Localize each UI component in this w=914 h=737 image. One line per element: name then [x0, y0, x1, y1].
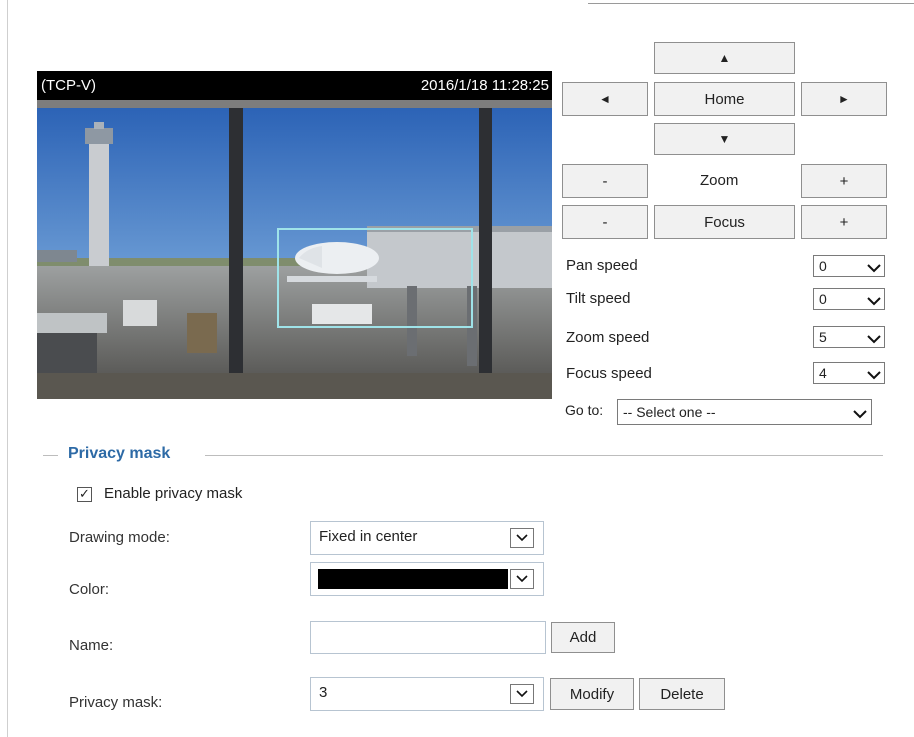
chevron-down-icon [867, 331, 881, 347]
video-header-bar: (TCP-V) 2016/1/18 11:28:25 [37, 71, 552, 100]
section-rule [205, 455, 883, 456]
mask-name-input[interactable] [310, 621, 546, 654]
modify-button-label: Modify [569, 685, 615, 703]
pan-speed-value: 0 [819, 258, 827, 274]
home-button-label: Home [704, 90, 745, 108]
focus-far-label: + [839, 213, 849, 231]
zoom-speed-select[interactable]: 5 [813, 326, 885, 348]
chevron-down-icon [510, 684, 534, 704]
video-frame [37, 108, 552, 399]
tilt-speed-select[interactable]: 0 [813, 288, 885, 310]
focus-near-button[interactable]: - [562, 205, 648, 239]
add-button-label: Add [569, 629, 597, 646]
privacy-mask-value: 3 [319, 684, 328, 701]
chevron-down-icon [853, 406, 867, 422]
pan-speed-select[interactable]: 0 [813, 255, 885, 277]
focus-far-button[interactable]: + [801, 205, 887, 239]
video-divider [37, 100, 552, 108]
zoom-out-button[interactable]: - [562, 164, 648, 198]
focus-near-label: - [602, 213, 608, 231]
live-video[interactable] [37, 108, 552, 399]
chevron-down-icon [867, 260, 881, 276]
left-border [7, 0, 8, 737]
chevron-down-icon [867, 367, 881, 383]
arrow-right-icon: ► [838, 92, 850, 106]
add-button[interactable]: Add [551, 622, 615, 653]
check-icon: ✓ [79, 486, 90, 501]
section-rule-left [43, 455, 58, 456]
focus-speed-value: 4 [819, 365, 827, 381]
tilt-speed-label: Tilt speed [566, 290, 631, 307]
zoom-speed-value: 5 [819, 329, 827, 345]
focus-button-label: Focus [704, 213, 745, 231]
focus-button[interactable]: Focus [654, 205, 795, 239]
home-button[interactable]: Home [654, 82, 795, 116]
goto-label: Go to: [565, 402, 604, 418]
enable-privacy-mask-checkbox[interactable]: ✓ [77, 486, 92, 502]
enable-privacy-mask-label[interactable]: Enable privacy mask [104, 485, 242, 502]
pan-left-button[interactable]: ◄ [562, 82, 648, 116]
zoom-label: Zoom [700, 172, 739, 189]
tilt-speed-value: 0 [819, 291, 827, 307]
pan-right-button[interactable]: ► [801, 82, 887, 116]
color-swatch [318, 569, 508, 589]
drawing-mode-select[interactable]: Fixed in center [310, 521, 544, 555]
privacy-mask-select[interactable]: 3 [310, 677, 544, 711]
delete-button[interactable]: Delete [639, 678, 725, 710]
top-divider [588, 3, 914, 4]
privacy-mask-label: Privacy mask: [69, 694, 163, 711]
drawing-mode-value: Fixed in center [319, 528, 418, 545]
camera-label: (TCP-V) [41, 77, 96, 94]
zoom-out-label: - [602, 172, 608, 190]
drawing-mode-label: Drawing mode: [69, 529, 170, 546]
video-timestamp: 2016/1/18 11:28:25 [420, 77, 549, 94]
arrow-left-icon: ◄ [599, 92, 611, 106]
arrow-down-icon: ▼ [718, 132, 731, 146]
color-select[interactable] [310, 562, 544, 596]
zoom-speed-label: Zoom speed [566, 329, 650, 346]
chevron-down-icon [510, 528, 534, 548]
name-label: Name: [69, 637, 114, 654]
color-label: Color: [69, 581, 110, 598]
zoom-in-button[interactable]: + [801, 164, 887, 198]
modify-button[interactable]: Modify [550, 678, 634, 710]
tilt-up-button[interactable]: ▲ [654, 42, 795, 74]
focus-speed-select[interactable]: 4 [813, 362, 885, 384]
preset-goto-select[interactable]: -- Select one -- [617, 399, 872, 425]
zoom-in-label: + [839, 172, 849, 190]
chevron-down-icon [867, 293, 881, 309]
arrow-up-icon: ▲ [718, 51, 731, 65]
section-title: Privacy mask [68, 445, 171, 462]
chevron-down-icon [510, 569, 534, 589]
delete-button-label: Delete [660, 685, 704, 703]
tilt-down-button[interactable]: ▼ [654, 123, 795, 155]
focus-speed-label: Focus speed [566, 365, 652, 382]
goto-value: -- Select one -- [623, 404, 716, 420]
pan-speed-label: Pan speed [566, 257, 638, 274]
